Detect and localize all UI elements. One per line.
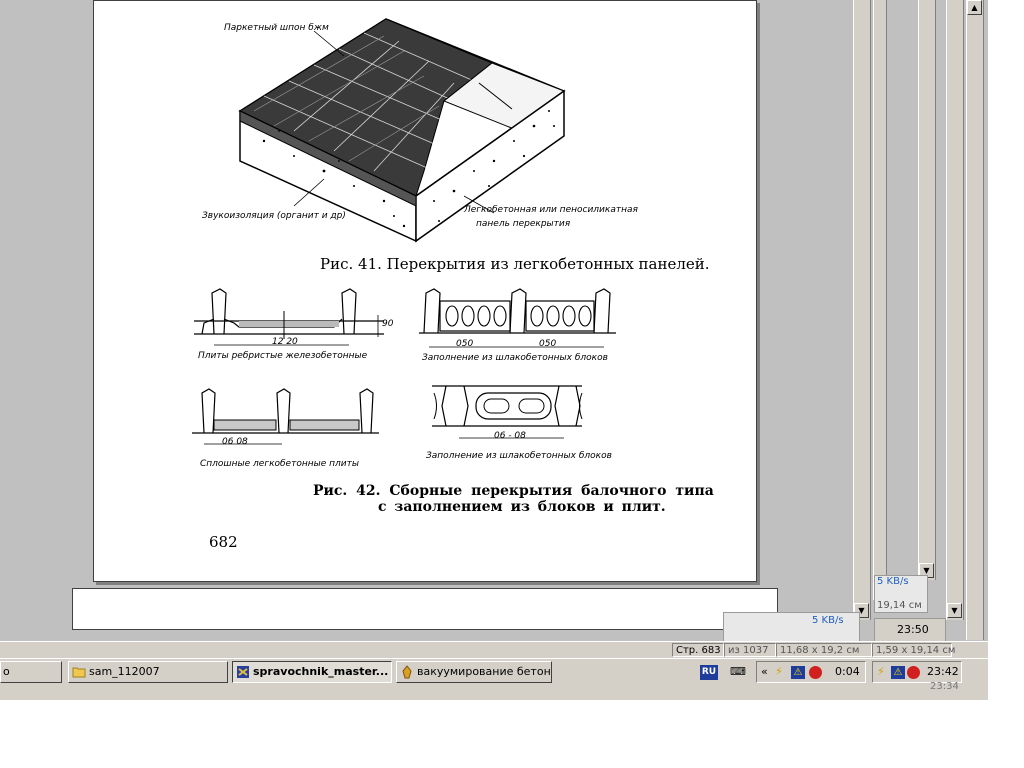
fig42-d-dim: 06 - 08 (494, 431, 526, 441)
vertical-scrollbar-3[interactable]: ▼ (918, 0, 936, 580)
ghost-tray-overlay-2: 5 KB/s 19,14 см (874, 575, 928, 613)
language-indicator[interactable]: RU (700, 665, 718, 680)
taskbar-button-djvu-viewer[interactable]: spravochnik_master... (232, 661, 392, 683)
taskbar-button-0[interactable]: о (0, 661, 62, 683)
document-page: Паркетный шпон бжм Звукоизоляция (органи… (93, 0, 757, 582)
fig42-a-label: Плиты ребристые железобетонные (198, 351, 368, 361)
warning-icon-2: ⚠ (891, 666, 905, 679)
antivirus-icon[interactable] (809, 666, 822, 679)
folder-icon (72, 667, 86, 678)
page-number: 682 (209, 533, 238, 551)
taskbar-clock[interactable]: 0:04 (835, 662, 860, 682)
warning-icon[interactable]: ⚠ (791, 666, 805, 679)
fig41-label-right-1: Легкобетонная или пеносиликатная (464, 205, 638, 215)
status-page-size: 11,68 x 19,2 см (776, 643, 872, 657)
scroll-down-button-4[interactable]: ▼ (947, 603, 962, 618)
keyboard-icon[interactable]: ⌨ (730, 665, 746, 679)
fig41-label-right-2: панель перекрытия (476, 219, 571, 229)
figure-42-caption-line-2: с заполнением из блоков и плит. (378, 499, 666, 515)
djvu-viewer-icon (237, 666, 249, 678)
fig42-a-dim-vertical: 90 (382, 319, 394, 329)
vertical-scrollbar-4[interactable]: ▼ (946, 0, 964, 620)
figure-41-caption: Рис. 41. Перекрытия из легкобетонных пан… (320, 255, 710, 273)
scroll-up-button-5[interactable]: ▲ (967, 0, 982, 15)
viewer-status-bar: Стр. 683 из 1037 11,68 x 19,2 см 1,59 x … (0, 641, 988, 659)
ghost-clock-2: 23:42 (927, 665, 959, 678)
fig42-b-dim-1: 050 (456, 339, 474, 349)
figure-42-caption-line-1: Рис. 42. Сборные перекрытия балочного ти… (313, 483, 714, 499)
vertical-scrollbar-1[interactable]: ▼ (853, 0, 871, 620)
power-icon-2: ⚡ (877, 665, 885, 678)
status-page: Стр. 683 (672, 643, 724, 657)
antivirus-icon-2 (907, 666, 920, 679)
browser-icon (402, 665, 412, 679)
fig42-b-label: Заполнение из шлакобетонных блоков (422, 353, 608, 363)
fig42-c-label: Сплошные легкобетонные плиты (200, 459, 359, 469)
power-icon[interactable]: ⚡ (775, 662, 783, 682)
fig42-d-label: Заполнение из шлакобетонных блоков (426, 451, 612, 461)
ghost-clock-3: 23:34 (930, 681, 959, 692)
vertical-scrollbar-2[interactable] (873, 0, 887, 600)
fig42-a-dim-horizontal: 12 20 (272, 337, 298, 347)
vertical-scrollbar-5[interactable]: ▲ (966, 0, 984, 640)
fig42-c-dim: 06 08 (222, 437, 248, 447)
fig41-label-top: Паркетный шпон бжм (224, 23, 329, 33)
fig41-label-left: Звукоизоляция (органит и др) (202, 211, 346, 221)
tray-expand-chevron[interactable]: « (761, 662, 768, 682)
windows-taskbar: о sam_112007 spravochnik_master... вакуу… (0, 658, 988, 700)
status-page-of: из 1037 (724, 643, 776, 657)
ghost-clock-1: 23:50 (874, 618, 946, 642)
taskbar-button-folder[interactable]: sam_112007 (68, 661, 228, 683)
system-tray: « ⚡ ⚠ 0:04 (756, 661, 866, 683)
next-document-page (72, 588, 778, 630)
status-ghost-size: 1,59 x 19,14 см (872, 643, 955, 657)
fig42-b-dim-2: 050 (539, 339, 557, 349)
ghost-tray-2: ⚡ ⚠ 23:42 (872, 661, 962, 683)
desktop-background: Паркетный шпон бжм Звукоизоляция (органи… (0, 0, 988, 700)
taskbar-button-browser[interactable]: вакуумирование бетон... (396, 661, 552, 683)
